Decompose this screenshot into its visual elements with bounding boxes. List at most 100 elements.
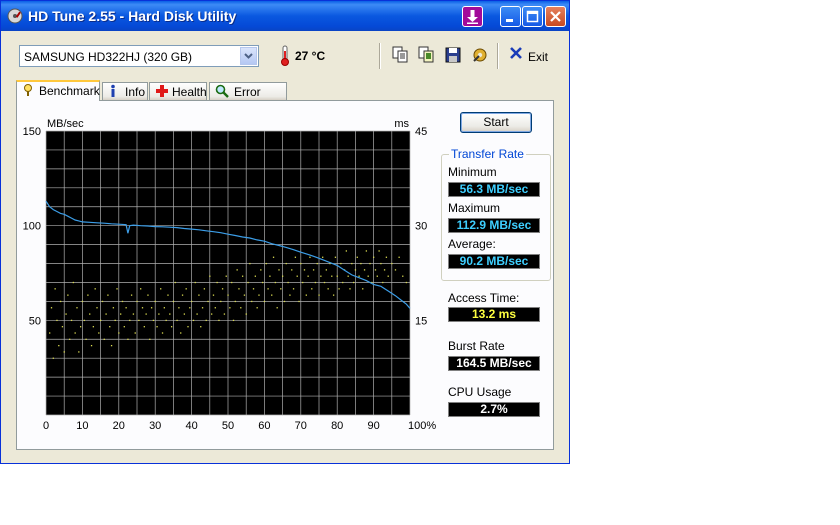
access-time-point	[203, 288, 206, 290]
access-time-point	[150, 307, 153, 309]
access-time-point	[96, 307, 98, 309]
access-time-point	[322, 256, 324, 258]
access-time-point	[118, 332, 120, 334]
access-time-point	[147, 294, 149, 296]
access-time-point	[307, 275, 309, 277]
access-time-point	[116, 288, 118, 290]
access-time-point	[241, 275, 244, 277]
access-time-point	[362, 288, 364, 290]
access-time-point	[130, 294, 133, 296]
access-time-point	[103, 338, 105, 340]
access-time-point	[240, 307, 242, 309]
access-time-point	[405, 281, 408, 284]
start-button[interactable]: Start	[460, 112, 532, 133]
access-time-point	[196, 313, 198, 315]
access-time-point	[398, 256, 400, 258]
access-time-point	[282, 275, 284, 277]
access-time-point	[81, 300, 84, 303]
access-time-point	[263, 300, 266, 303]
access-time-point	[132, 313, 135, 315]
access-time-point	[261, 281, 264, 284]
access-time-point	[316, 262, 318, 265]
access-time-point	[85, 338, 87, 340]
access-time-point	[79, 326, 82, 328]
access-time-point	[216, 281, 218, 284]
access-time-point	[294, 256, 297, 258]
access-time-point	[145, 313, 147, 315]
tab-benchmark[interactable]: Benchmark	[16, 80, 100, 101]
x-tick-label: 60	[258, 420, 270, 432]
maximum-value: 112.9 MB/sec	[448, 218, 540, 233]
access-time-point	[231, 281, 233, 284]
access-time-point	[251, 300, 253, 303]
access-time-point	[391, 262, 393, 265]
access-time-point	[70, 319, 73, 322]
access-time-point	[278, 269, 280, 271]
access-time-point	[138, 319, 140, 322]
access-time-point	[56, 319, 58, 322]
access-time-point	[383, 269, 386, 271]
access-time-point	[265, 262, 267, 265]
access-time-point	[234, 300, 236, 303]
y-axis-label: MB/sec	[47, 118, 84, 130]
benchmark-icon	[24, 84, 32, 96]
access-time-point	[185, 288, 187, 290]
access-time-point	[367, 275, 369, 277]
access-time-point	[121, 300, 124, 303]
access-time-point	[214, 307, 216, 309]
access-time-point	[256, 307, 258, 309]
access-time-point	[92, 326, 95, 328]
access-time-point	[207, 300, 209, 303]
access-time-point	[305, 294, 307, 296]
access-time-point	[258, 294, 260, 296]
access-time-point	[229, 307, 231, 309]
access-time-point	[271, 294, 273, 296]
access-time-point	[198, 294, 200, 296]
access-time-point	[358, 275, 360, 277]
access-time-point	[340, 262, 342, 265]
access-time-point	[194, 281, 196, 284]
access-time-point	[107, 294, 109, 296]
access-time-point	[236, 269, 238, 271]
access-time-point	[352, 281, 355, 284]
access-time-point	[165, 319, 167, 322]
access-time-point	[249, 262, 251, 265]
access-time-point	[380, 262, 382, 265]
access-time-point	[331, 275, 333, 277]
access-time-point	[160, 288, 162, 290]
access-time-point	[112, 307, 115, 309]
access-time-point	[302, 281, 304, 284]
access-time-point	[387, 275, 389, 277]
access-time-point	[385, 256, 388, 258]
access-time-point	[332, 294, 335, 296]
access-time-point	[291, 269, 293, 271]
access-time-point	[276, 307, 278, 309]
access-time-point	[269, 275, 271, 277]
access-time-point	[298, 300, 300, 303]
access-time-point	[49, 332, 51, 334]
access-time-point	[374, 269, 377, 271]
access-time-point	[356, 256, 358, 258]
access-time-point	[225, 275, 227, 277]
access-time-label: Access Time:	[448, 291, 520, 305]
access-time-point	[67, 294, 69, 296]
access-time-point	[172, 300, 175, 303]
access-time-point	[376, 275, 378, 277]
access-time-point	[327, 288, 329, 290]
access-time-point	[382, 281, 384, 284]
access-time-point	[94, 288, 96, 290]
cpu-usage-value: 2.7%	[448, 402, 540, 417]
access-time-point	[336, 275, 338, 277]
y2-tick-label: 15	[415, 315, 427, 327]
access-time-point	[98, 332, 100, 334]
access-time-point	[110, 344, 113, 347]
access-time-point	[167, 294, 169, 296]
access-time-point	[272, 256, 275, 258]
access-time-point	[109, 326, 111, 328]
access-time-point	[211, 313, 213, 315]
minimum-label: Minimum	[448, 165, 497, 179]
access-time-point	[223, 313, 226, 315]
access-time-point	[287, 281, 289, 284]
access-time-point	[369, 262, 371, 265]
access-time-point	[260, 269, 262, 271]
